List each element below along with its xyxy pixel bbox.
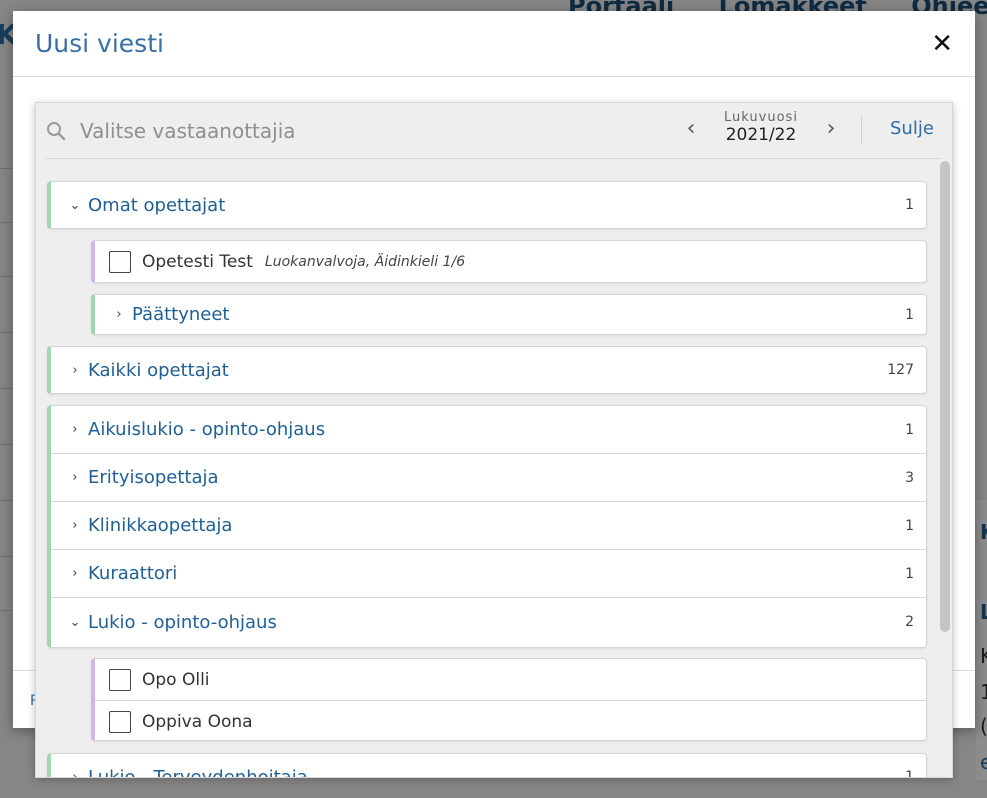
member-opetesti-test[interactable]: Opetesti Test Luokanvalvoja, Äidinkieli … xyxy=(91,240,927,283)
recipient-picker: ‹ Lukuvuosi 2021/22 › Sulje ⌄ Omat opett… xyxy=(35,102,953,778)
close-icon[interactable]: ✕ xyxy=(931,31,953,57)
group-label[interactable]: Erityisopettaja xyxy=(88,467,905,488)
group-erityisopettaja[interactable]: › Erityisopettaja 3 xyxy=(51,454,926,502)
group-label[interactable]: Omat opettajat xyxy=(88,195,905,216)
dialog-title: Uusi viesti xyxy=(35,29,164,58)
group-label[interactable]: Aikuislukio - opinto-ohjaus xyxy=(88,419,905,440)
subgroup-label[interactable]: Päättyneet xyxy=(132,304,905,325)
group-count: 1 xyxy=(905,565,914,582)
subgroup-count: 1 xyxy=(905,306,914,323)
member-checkbox[interactable] xyxy=(109,250,131,273)
group-count: 1 xyxy=(905,197,914,213)
group-count: 1 xyxy=(905,517,914,534)
member-opo-olli[interactable]: Opo Olli xyxy=(95,659,926,700)
recipient-search-input[interactable] xyxy=(80,118,640,143)
chevron-down-icon[interactable]: ⌄ xyxy=(65,615,85,630)
group-label[interactable]: Lukio - opinto-ohjaus xyxy=(88,612,905,633)
close-picker-button[interactable]: Sulje xyxy=(890,118,934,139)
group-count: 2 xyxy=(905,614,914,630)
chevron-right-icon[interactable]: › xyxy=(65,770,85,778)
chevron-right-icon[interactable]: › xyxy=(65,566,85,581)
member-name: Opetesti Test xyxy=(142,251,253,272)
next-year-chevron-icon[interactable]: › xyxy=(821,116,841,141)
group-kaikki-opettajat[interactable]: › Kaikki opettajat 127 xyxy=(47,346,927,394)
group-label[interactable]: Kuraattori xyxy=(88,563,905,584)
subgroup-paattyneet[interactable]: › Päättyneet 1 xyxy=(91,294,927,335)
member-meta: Luokanvalvoja, Äidinkieli 1/6 xyxy=(264,253,466,270)
member-checkbox[interactable] xyxy=(109,668,131,691)
group-label[interactable]: Lukio - Terveydenhoitaja xyxy=(88,767,905,778)
school-year-display: Lukuvuosi 2021/22 xyxy=(701,110,821,146)
group-count: 127 xyxy=(887,362,914,378)
chevron-right-icon[interactable]: › xyxy=(65,363,85,378)
group-klinikkaopettaja[interactable]: › Klinikkaopettaja 1 xyxy=(51,502,926,550)
group-kuraattori[interactable]: › Kuraattori 1 xyxy=(51,550,926,598)
member-checkbox[interactable] xyxy=(109,710,131,733)
group-lukio-opinto-ohjaus[interactable]: ⌄ Lukio - opinto-ohjaus 2 xyxy=(51,598,926,646)
group-count: 1 xyxy=(905,769,914,777)
group-aikuislukio-opinto-ohjaus[interactable]: › Aikuislukio - opinto-ohjaus 1 xyxy=(51,406,926,454)
group-lukio-terveydenhoitaja[interactable]: › Lukio - Terveydenhoitaja 1 xyxy=(47,753,927,777)
group-omat-opettajat[interactable]: ⌄ Omat opettajat 1 xyxy=(47,181,927,229)
group-count: 3 xyxy=(905,469,914,486)
school-year-label: Lukuvuosi xyxy=(724,110,798,125)
lukio-opinto-ohjaus-members: Opo Olli Oppiva Oona xyxy=(91,658,927,741)
group-count: 1 xyxy=(905,421,914,438)
dialog-header: Uusi viesti ✕ xyxy=(13,11,975,77)
school-year-nav: ‹ Lukuvuosi 2021/22 › xyxy=(681,110,841,146)
chevron-right-icon[interactable]: › xyxy=(65,470,85,485)
group-label[interactable]: Klinikkaopettaja xyxy=(88,515,905,536)
previous-year-chevron-icon[interactable]: ‹ xyxy=(681,116,701,141)
member-name: Oppiva Oona xyxy=(142,711,253,732)
role-groups: › Aikuislukio - opinto-ohjaus 1 › Erityi… xyxy=(47,405,927,648)
search-icon xyxy=(46,121,68,141)
member-name: Opo Olli xyxy=(142,669,210,690)
chevron-right-icon[interactable]: › xyxy=(65,422,85,437)
toolbar-divider xyxy=(861,115,862,145)
chevron-right-icon[interactable]: › xyxy=(65,518,85,533)
member-oppiva-oona[interactable]: Oppiva Oona xyxy=(95,701,926,742)
chevron-down-icon[interactable]: ⌄ xyxy=(65,198,85,213)
recipient-list[interactable]: ⌄ Omat opettajat 1 Opetesti Test Luokanv… xyxy=(36,159,952,777)
group-label[interactable]: Kaikki opettajat xyxy=(88,360,887,381)
school-year-value: 2021/22 xyxy=(725,125,797,145)
chevron-right-icon[interactable]: › xyxy=(109,307,129,322)
scrollbar-thumb[interactable] xyxy=(940,161,950,632)
